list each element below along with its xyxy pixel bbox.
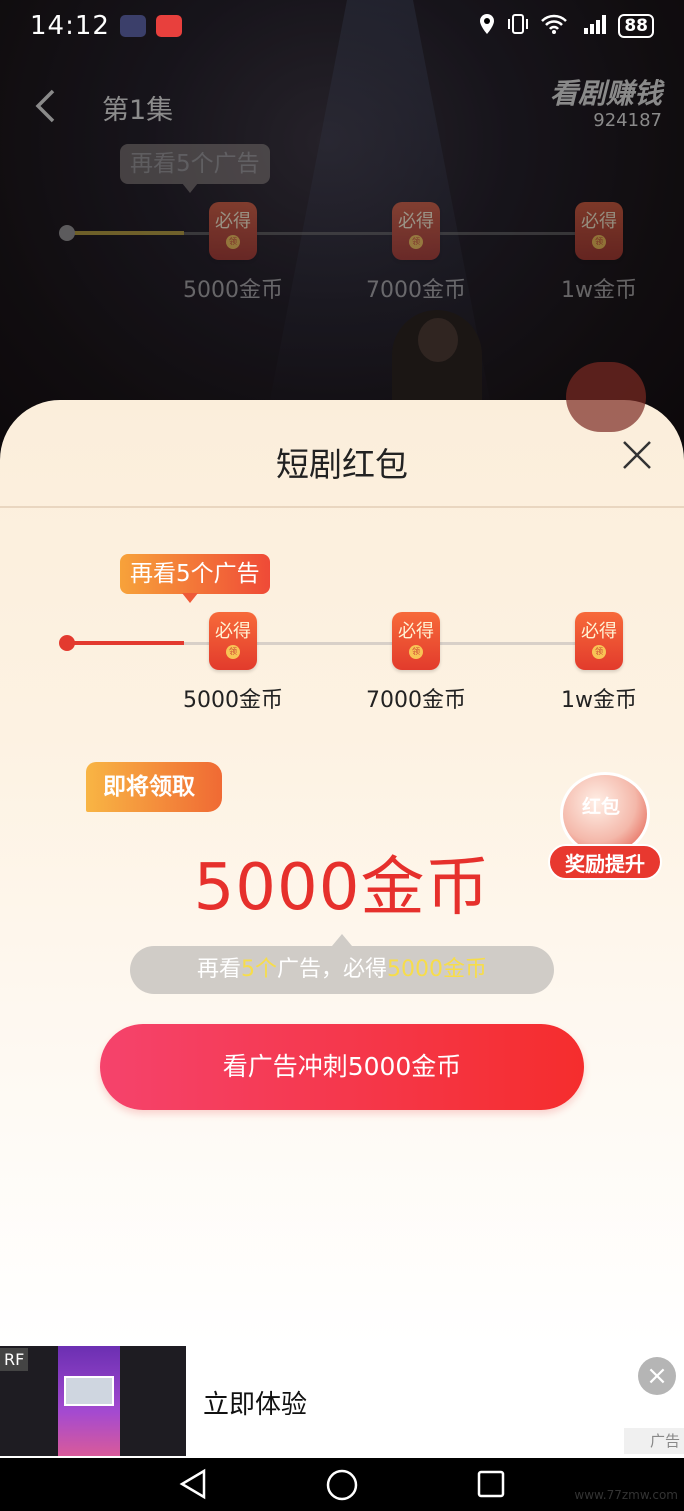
reward-boost-badge[interactable]: 红包 奖励提升 (548, 772, 664, 884)
reward-node-1w: 必得领 1w金币 (539, 612, 659, 714)
progress-dot (59, 635, 75, 651)
red-envelope-icon: 必得领 (209, 202, 257, 260)
coming-soon-tag: 即将领取 (86, 762, 222, 812)
ad-close-icon[interactable]: × (638, 1357, 676, 1395)
signal-4g-icon (578, 13, 608, 40)
notification-app-icon (119, 15, 146, 37)
reward-node-label: 5000金币 (183, 688, 283, 713)
ads-remaining-bubble: 再看5个广告 (120, 554, 270, 603)
nav-home-icon[interactable] (325, 1468, 359, 1506)
red-envelope-icon: 必得领 (392, 202, 440, 260)
location-icon (478, 13, 496, 40)
ad-poster-image (58, 1346, 120, 1456)
brand-id: 924187 (593, 110, 662, 131)
sheet-title: 短剧红包 (276, 445, 408, 484)
close-icon[interactable] (618, 436, 656, 474)
sheet-header: 短剧红包 (0, 400, 684, 508)
back-arrow-icon[interactable] (34, 88, 56, 124)
status-time: 14:12 (30, 11, 110, 41)
reward-node: 必得领 1w金币 (539, 202, 659, 304)
reward-node-label: 7000金币 (366, 688, 466, 713)
reward-node-label: 1w金币 (561, 688, 637, 713)
wifi-icon (540, 13, 568, 40)
reward-progress: 再看5个广告 必得领 5000金币 必得领 7000金币 必得领 1w金币 (0, 554, 684, 724)
reward-boost-label: 奖励提升 (548, 844, 662, 880)
watermark: www.77zmw.com (574, 1488, 678, 1502)
red-packet-sheet: 短剧红包 即将领取 5000金币 红包 奖励提升 再看5个广告，必得5000金币… (0, 362, 684, 1346)
red-envelope-icon: 必得领 (209, 612, 257, 670)
system-nav-bar (0, 1458, 684, 1511)
reward-node-7000: 必得领 7000金币 (356, 612, 476, 714)
episode-title: 第1集 (102, 95, 174, 126)
ads-remaining-bubble: 再看5个广告 (120, 144, 270, 193)
reward-node: 必得领 5000金币 (173, 202, 293, 304)
vibrate-icon (506, 13, 530, 40)
reward-hint: 再看5个广告，必得5000金币 (130, 934, 554, 994)
nav-recents-icon[interactable] (476, 1468, 506, 1504)
red-envelope-icon: 必得领 (392, 612, 440, 670)
ad-label: 广告 (624, 1428, 684, 1454)
reward-node-5000: 必得领 5000金币 (173, 612, 293, 714)
ad-rf-label: RF (0, 1348, 29, 1371)
progress-fill (66, 641, 184, 645)
status-bar: 14:12 88 (0, 0, 684, 52)
red-envelope-icon: 必得领 (575, 612, 623, 670)
red-envelope-icon: 必得领 (575, 202, 623, 260)
watch-ad-button[interactable]: 看广告冲刺5000金币 (100, 1024, 584, 1110)
brand-logo: 看剧赚钱 (549, 77, 662, 110)
ad-cta-text[interactable]: 立即体验 (203, 1384, 307, 1421)
ad-thumbnail[interactable]: RF (0, 1346, 186, 1456)
background-reward-progress: 再看5个广告 必得领 5000金币 必得领 7000金币 必得领 1w金币 (0, 144, 684, 314)
nav-back-icon[interactable] (178, 1468, 208, 1504)
reward-node: 必得领 7000金币 (356, 202, 476, 304)
notification-app-icon (155, 15, 182, 37)
battery-indicator: 88 (618, 14, 654, 38)
ad-banner[interactable]: RF 立即体验 × 广告 (0, 1346, 684, 1458)
